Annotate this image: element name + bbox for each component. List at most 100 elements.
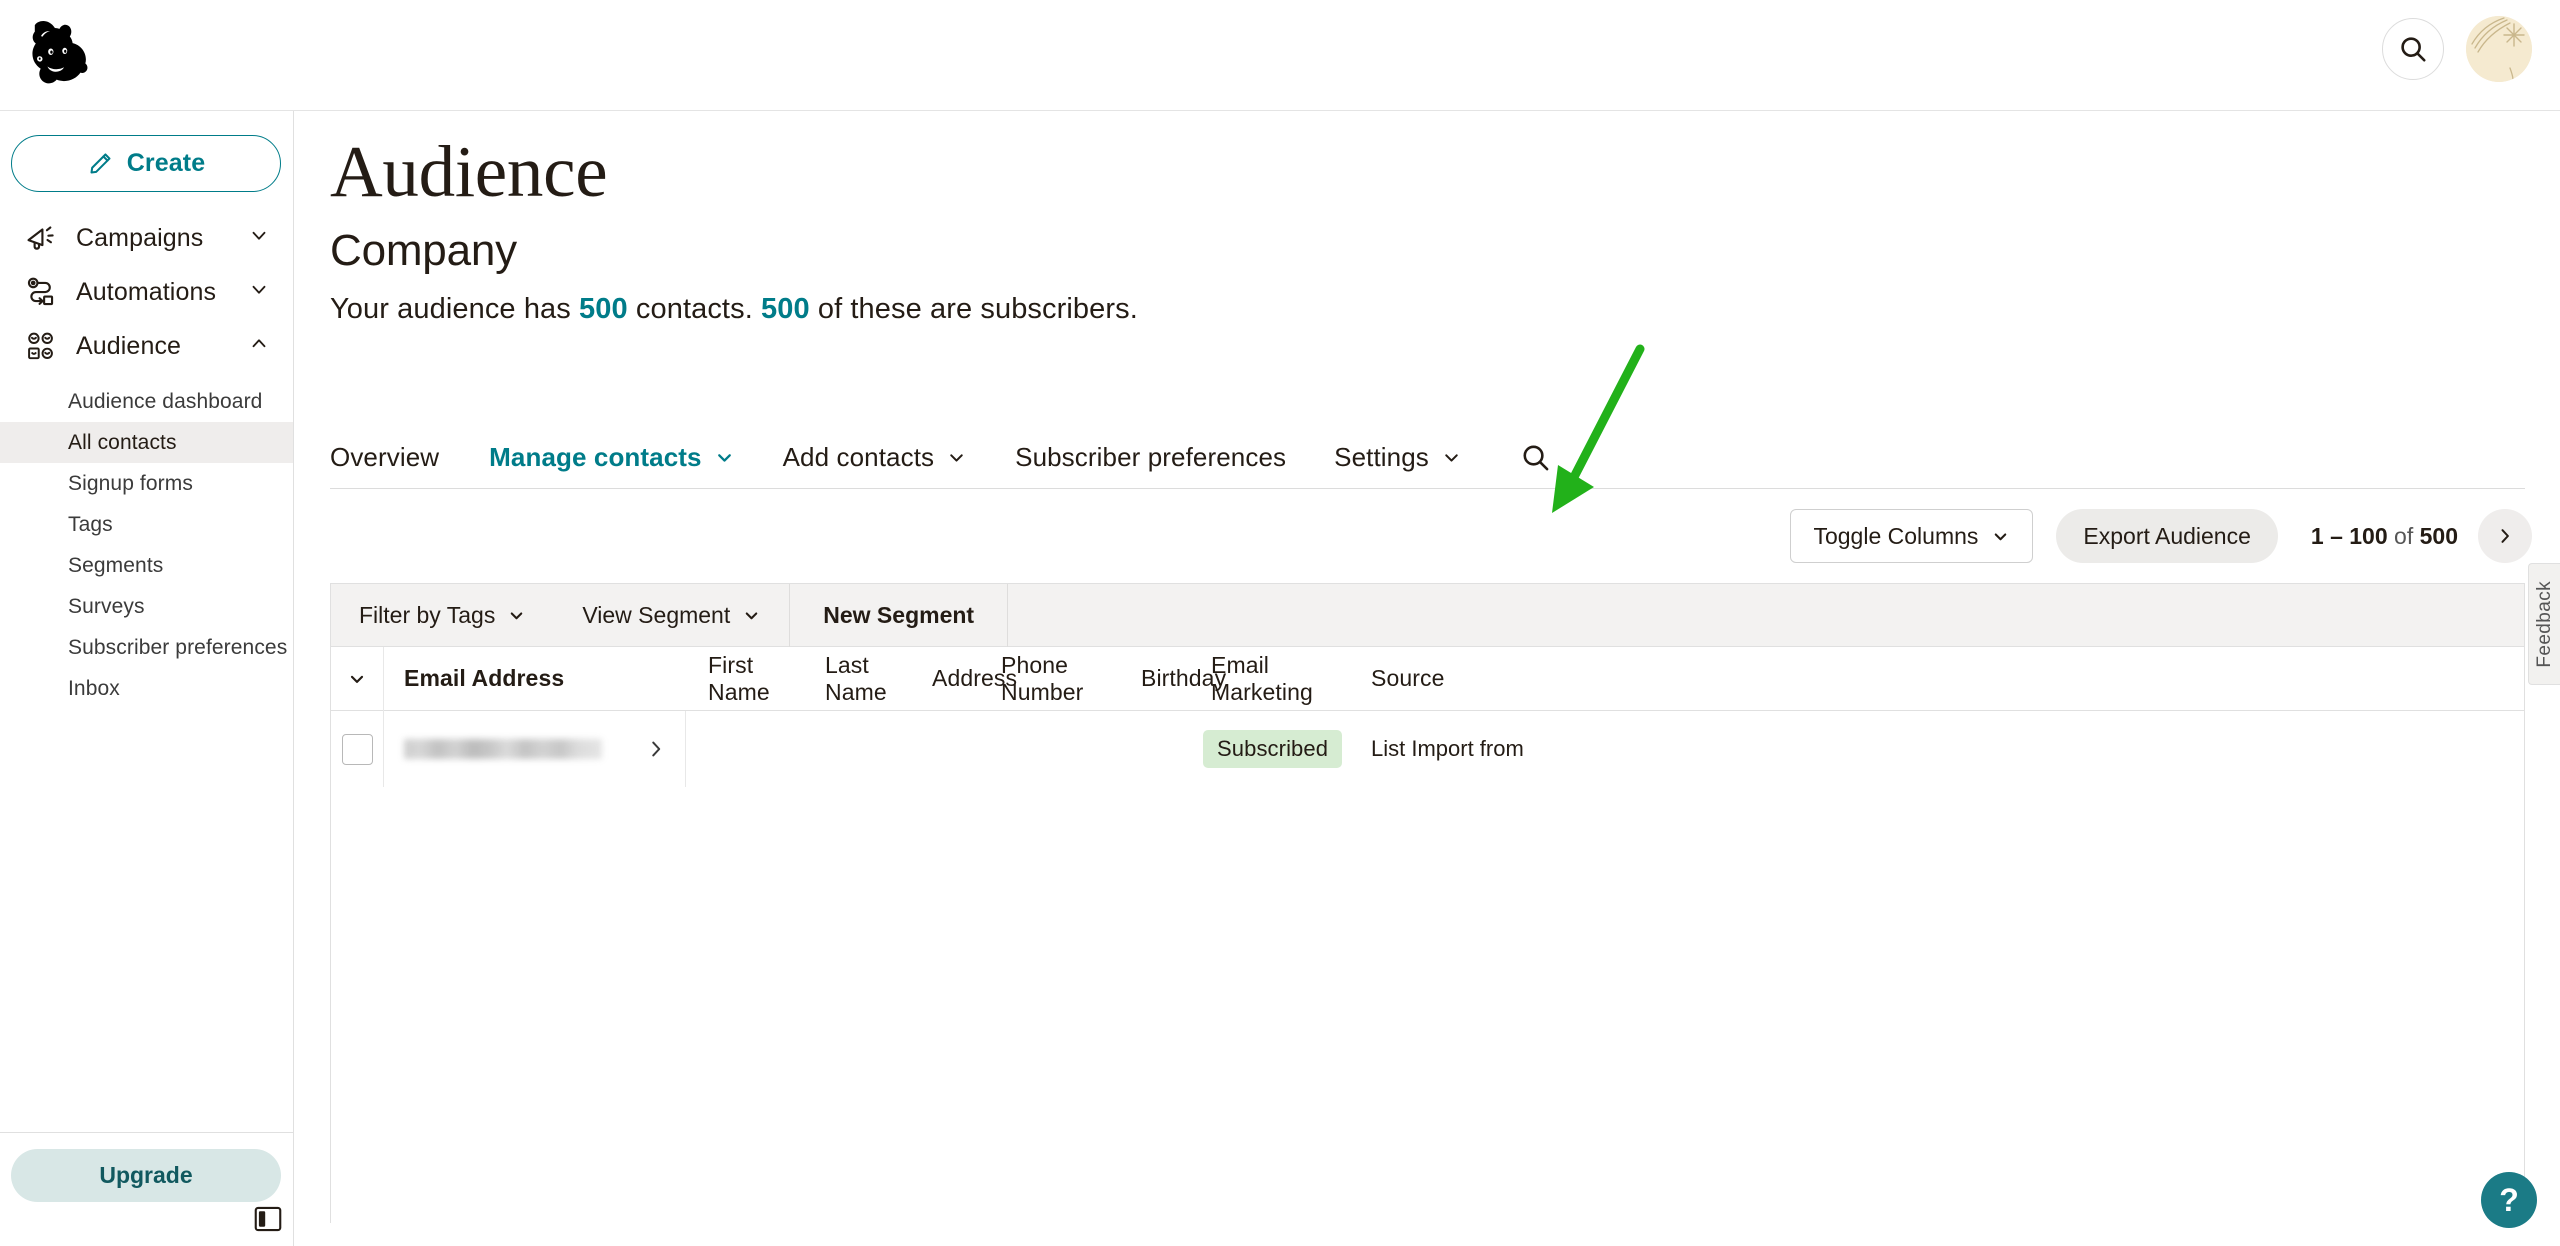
view-segment-dropdown[interactable]: View Segment xyxy=(554,584,789,646)
summary-part-3: of these are subscribers. xyxy=(809,293,1138,325)
new-segment-button[interactable]: New Segment xyxy=(790,584,1007,646)
sidebar-sub-label: All contacts xyxy=(68,430,177,454)
sidebar-sub-label: Subscriber preferences xyxy=(68,635,288,659)
search-icon xyxy=(2401,37,2426,62)
tab-label: Overview xyxy=(330,442,440,472)
tab-overview[interactable]: Overview xyxy=(330,427,439,488)
chevron-down-icon xyxy=(511,611,523,619)
sidebar-item-campaigns[interactable]: Campaigns xyxy=(0,211,293,265)
summary-part-2: contacts. xyxy=(627,293,762,325)
feedback-tab[interactable]: Feedback xyxy=(2528,563,2560,685)
chevron-down-icon xyxy=(248,279,270,306)
chevron-down-icon xyxy=(248,225,270,252)
summary-part-1: Your audience has xyxy=(330,293,580,325)
sidebar-item-audience-dashboard[interactable]: Audience dashboard xyxy=(0,381,293,422)
redacted-email-value xyxy=(404,739,602,759)
sidebar-footer: Upgrade xyxy=(0,1132,293,1246)
pagination-of: of xyxy=(2387,522,2420,549)
create-button-label: Create xyxy=(126,149,206,177)
pagination-total: 500 xyxy=(2419,522,2458,549)
export-audience-button[interactable]: Export Audience xyxy=(2056,509,2278,563)
select-all-dropdown[interactable] xyxy=(331,646,384,711)
audience-tabs: Overview Manage contacts Add contacts Su… xyxy=(330,427,2525,489)
chevron-right-icon xyxy=(2501,529,2509,543)
main-content: Audience Company Your audience has 500 c… xyxy=(295,111,2560,1246)
sidebar-sub-label: Audience dashboard xyxy=(68,389,263,413)
subscribers-count: 500 xyxy=(761,293,810,325)
create-button[interactable]: Create xyxy=(11,135,281,192)
row-checkbox[interactable] xyxy=(341,733,373,765)
chevron-right-icon[interactable] xyxy=(645,738,667,760)
sidebar-item-segments[interactable]: Segments xyxy=(0,545,293,586)
chevron-down-icon xyxy=(350,675,364,683)
tab-manage-contacts[interactable]: Manage contacts xyxy=(489,427,759,488)
sidebar-item-label: Automations xyxy=(76,277,217,306)
tab-subscriber-preferences[interactable]: Subscriber preferences xyxy=(1015,427,1311,488)
row-select-cell xyxy=(331,711,384,787)
column-header-address[interactable]: Address xyxy=(910,665,1017,692)
filter-divider xyxy=(1007,584,1009,647)
global-search-button[interactable] xyxy=(2382,18,2444,80)
column-header-birthday[interactable]: Birthday xyxy=(1119,665,1226,692)
sidebar-item-automations[interactable]: Automations xyxy=(0,265,293,319)
toggle-columns-label: Toggle Columns xyxy=(1813,522,1979,549)
chevron-up-icon xyxy=(248,333,270,360)
mailchimp-freddie-logo[interactable] xyxy=(18,14,100,96)
sidebar-sub-label: Surveys xyxy=(68,594,145,618)
tab-settings[interactable]: Settings xyxy=(1334,427,1487,488)
column-header-email-marketing[interactable]: Email Marketing xyxy=(1189,652,1349,706)
column-header-first-name[interactable]: First Name xyxy=(686,652,803,706)
contacts-count: 500 xyxy=(579,293,628,325)
column-header-source[interactable]: Source xyxy=(1349,665,1449,692)
sidebar-sub-label: Tags xyxy=(68,512,113,536)
table-header-row: Email Address First Name Last Name Addre… xyxy=(331,646,2524,711)
sidebar-item-surveys[interactable]: Surveys xyxy=(0,586,293,627)
sidebar-item-inbox[interactable]: Inbox xyxy=(0,668,293,709)
megaphone-icon xyxy=(22,219,60,257)
filter-label: Filter by Tags xyxy=(359,601,496,628)
pagination-range: 1 – 100 xyxy=(2310,522,2388,549)
cell-email-address[interactable] xyxy=(384,711,686,787)
sidebar-item-audience[interactable]: Audience xyxy=(0,319,293,373)
sidebar-item-all-contacts[interactable]: All contacts xyxy=(0,422,293,463)
people-group-icon xyxy=(22,327,60,365)
table-toolbar: Toggle Columns Export Audience 1 – 100 o… xyxy=(1790,509,2532,563)
table-row[interactable]: Subscribed List Import from xyxy=(331,711,2524,787)
upgrade-button[interactable]: Upgrade xyxy=(11,1149,281,1202)
pagination-label: 1 – 100 of 500 xyxy=(2311,523,2458,550)
help-button-label: ? xyxy=(2499,1182,2519,1218)
sidebar-sub-label: Signup forms xyxy=(68,471,193,495)
tab-label: Manage contacts xyxy=(489,442,702,472)
search-icon xyxy=(1523,445,1549,471)
sidebar-item-label: Audience xyxy=(76,331,182,360)
sidebar-sub-label: Inbox xyxy=(68,676,120,700)
pagination-next-button[interactable] xyxy=(2478,509,2532,563)
sidebar-panel-toggle-icon[interactable] xyxy=(254,1206,282,1232)
tab-label: Add contacts xyxy=(782,442,935,472)
toggle-columns-button[interactable]: Toggle Columns xyxy=(1790,509,2034,563)
filter-by-tags-dropdown[interactable]: Filter by Tags xyxy=(331,584,554,646)
cell-source: List Import from xyxy=(1371,736,1524,761)
sidebar-sub-label: Segments xyxy=(68,553,164,577)
pencil-icon xyxy=(90,153,111,174)
upgrade-button-label: Upgrade xyxy=(99,1162,193,1188)
sidebar-item-subscriber-preferences[interactable]: Subscriber preferences xyxy=(0,627,293,668)
audience-name-subtitle: Company xyxy=(330,226,517,275)
column-header-last-name[interactable]: Last Name xyxy=(803,652,910,706)
chevron-down-icon xyxy=(1445,454,1458,462)
sidebar-item-tags[interactable]: Tags xyxy=(0,504,293,545)
contacts-table: Filter by Tags View Segment New Segment … xyxy=(330,583,2525,1223)
filter-label: New Segment xyxy=(823,601,975,628)
sidebar-nav: Campaigns Automations Audience Audience … xyxy=(0,211,293,709)
tab-add-contacts[interactable]: Add contacts xyxy=(783,427,993,488)
sidebar-item-signup-forms[interactable]: Signup forms xyxy=(0,463,293,504)
pagination: 1 – 100 of 500 xyxy=(2311,509,2532,563)
avatar[interactable] xyxy=(2466,16,2532,82)
top-bar xyxy=(0,0,2560,111)
help-button[interactable]: ? xyxy=(2481,1172,2537,1228)
column-header-email-address[interactable]: Email Address xyxy=(384,665,686,692)
tab-search-button[interactable] xyxy=(1520,442,1551,473)
column-header-phone-number[interactable]: Phone Number xyxy=(979,652,1119,706)
sidebar: Create Campaigns Automations Audience Au… xyxy=(0,111,294,1246)
cell-email-marketing: Subscribed xyxy=(1189,730,1349,768)
